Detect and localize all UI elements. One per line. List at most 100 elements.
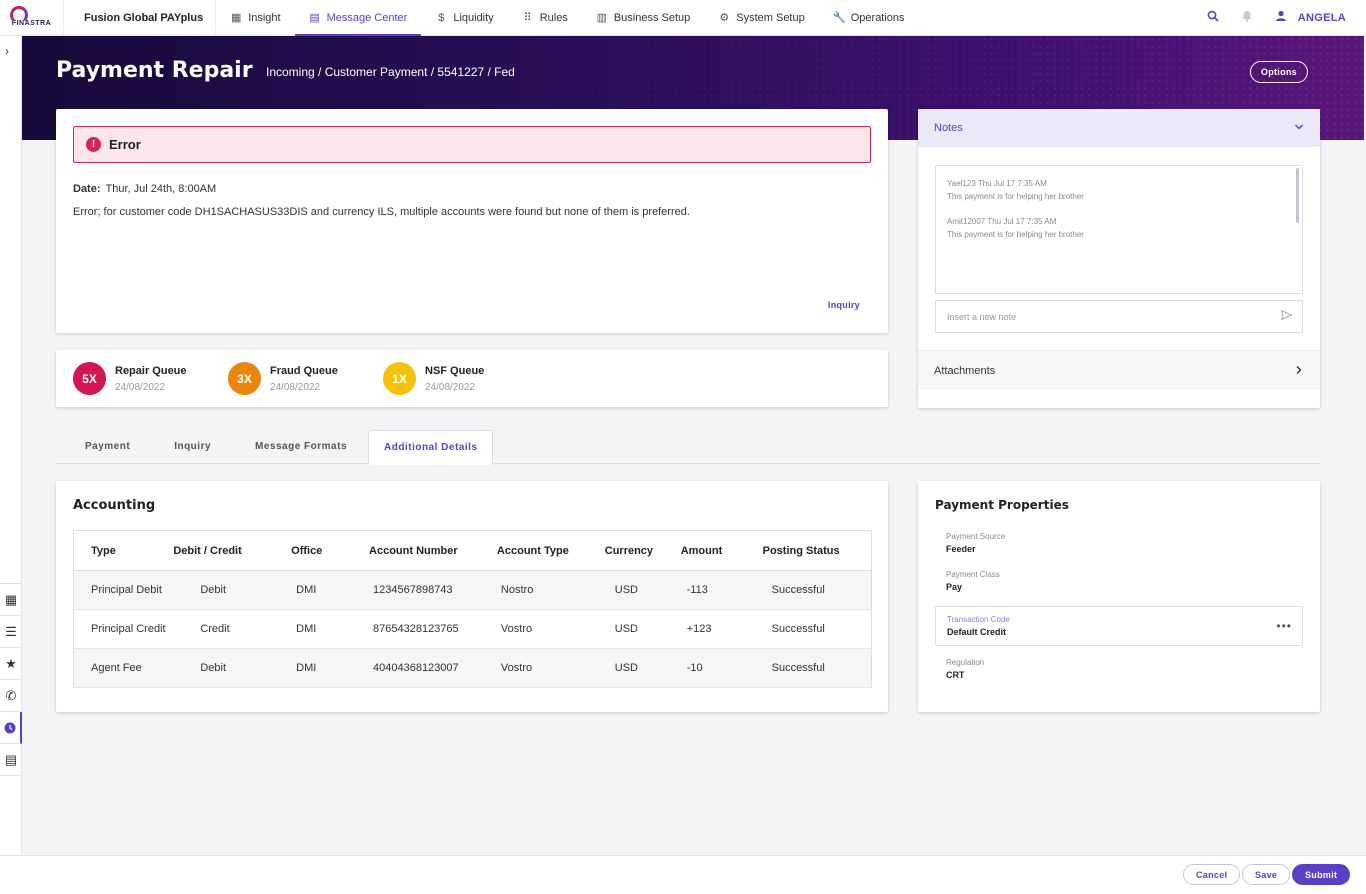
notes-scrollbar[interactable] — [1296, 168, 1299, 223]
property-transaction-code[interactable]: Transaction Code Default Credit ••• — [935, 606, 1303, 646]
briefcase-icon: ▥ — [596, 11, 608, 24]
table-cell: DMI — [273, 609, 352, 649]
table-cell: +123 — [668, 609, 739, 649]
nav-item-operations[interactable]: 🔧 Operations — [819, 0, 919, 36]
queue-item-fraud[interactable]: 3X Fraud Queue 24/08/2022 — [228, 362, 383, 395]
bell-icon[interactable] — [1230, 10, 1264, 25]
queue-count-badge: 3X — [228, 362, 261, 395]
phone-icon[interactable]: ✆ — [0, 680, 22, 712]
table-cell: DMI — [273, 648, 352, 688]
property-value: Default Credit — [947, 627, 1007, 637]
queue-date: 24/08/2022 — [425, 381, 476, 393]
nav-item-label: Liquidity — [453, 11, 494, 24]
property-value: Feeder — [946, 544, 976, 554]
clock-icon[interactable] — [0, 712, 22, 744]
more-options-icon[interactable]: ••• — [1276, 619, 1292, 633]
user-name[interactable]: ANGELA — [1298, 12, 1366, 24]
table-cell: Nostro — [478, 570, 583, 610]
user-icon[interactable] — [1264, 10, 1298, 25]
tab-additional-details[interactable]: Additional Details — [368, 430, 494, 465]
table-cell: Vostro — [478, 648, 583, 688]
property-value: CRT — [946, 670, 965, 680]
notes-title: Notes — [934, 122, 963, 134]
note-text: This payment is for helping her brother — [947, 230, 1084, 239]
documents-icon[interactable]: ▤ — [0, 744, 22, 776]
nav-item-label: Operations — [850, 11, 905, 24]
table-cell: Successful — [738, 570, 872, 610]
note-text: This payment is for helping her brother — [947, 192, 1084, 201]
save-button[interactable]: Save — [1242, 864, 1291, 885]
column-header[interactable]: Amount — [668, 530, 739, 571]
column-header[interactable]: Account Number — [351, 530, 479, 571]
table-cell: 1234567898743 — [351, 570, 479, 610]
property-label: Payment Source — [946, 532, 1006, 541]
nav-item-rules[interactable]: ⠿ Rules — [508, 0, 582, 36]
send-icon[interactable] — [1280, 309, 1293, 323]
property-field: Transaction Code Default Credit — [947, 615, 1010, 637]
property-value: Pay — [946, 582, 963, 592]
table-cell: Agent Fee — [73, 648, 174, 688]
notes-header[interactable]: Notes — [918, 109, 1320, 147]
error-message: Error; for customer code DH1SACHASUS33DI… — [73, 206, 690, 218]
table-row[interactable]: Principal Debit Debit DMI 1234567898743 … — [73, 570, 872, 610]
star-icon[interactable]: ★ — [0, 648, 22, 680]
column-header[interactable]: Type — [73, 530, 174, 571]
column-header[interactable]: Posting Status — [738, 530, 872, 571]
attachments-row[interactable]: Attachments — [918, 350, 1320, 390]
accounting-table: Type Debit / Credit Office Account Numbe… — [73, 530, 872, 688]
top-right-actions: ANGELA — [1196, 0, 1366, 36]
tab-inquiry[interactable]: Inquiry — [159, 430, 226, 464]
gear-icon: ⚙ — [719, 11, 730, 24]
new-note-placeholder: Insert a new note — [947, 312, 1017, 322]
note-header: Amit12007 Thu Jul 17 7:35 AM — [947, 217, 1057, 226]
queue-item-nsf[interactable]: 1X NSF Queue 24/08/2022 — [383, 362, 538, 395]
table-row[interactable]: Agent Fee Debit DMI 40404368123007 Vostr… — [73, 648, 872, 688]
nav-item-liquidity[interactable]: $ Liquidity — [421, 0, 507, 36]
notes-list[interactable]: Yael123 Thu Jul 17 7:35 AM This payment … — [935, 165, 1303, 294]
nav-item-message-center[interactable]: ▤ Message Center — [294, 0, 422, 37]
table-cell: Successful — [738, 609, 872, 649]
error-date-label: Date: — [73, 183, 101, 195]
queue-name: Fraud Queue — [270, 364, 338, 377]
expand-rail-icon[interactable]: › — [5, 44, 9, 58]
column-header[interactable]: Account Type — [478, 530, 583, 571]
nav-item-label: Rules — [539, 11, 568, 24]
list-icon[interactable]: ☰ — [0, 616, 22, 648]
action-footer: Cancel Save Submit — [0, 855, 1366, 894]
nav-item-business-setup[interactable]: ▥ Business Setup — [582, 0, 704, 36]
accounting-card: Accounting Type Debit / Credit Office Ac… — [56, 481, 888, 712]
nav-item-insight[interactable]: ▦ Insight — [216, 0, 294, 36]
column-header[interactable]: Currency — [582, 530, 669, 571]
options-button[interactable]: Options — [1249, 61, 1308, 83]
column-header[interactable]: Office — [273, 530, 352, 571]
breadcrumb: Incoming / Customer Payment / 5541227 / … — [266, 65, 515, 79]
money-icon: $ — [438, 11, 445, 24]
chevron-down-icon[interactable] — [1294, 121, 1304, 135]
new-note-input[interactable]: Insert a new note — [935, 300, 1303, 333]
queue-item-repair[interactable]: 5X Repair Queue 24/08/2022 — [73, 362, 228, 395]
tab-payment[interactable]: Payment — [70, 430, 145, 464]
table-cell: USD — [582, 648, 669, 688]
dashboard-icon[interactable]: ▦ — [0, 584, 22, 616]
tab-message-formats[interactable]: Message Formats — [240, 430, 362, 464]
submit-button[interactable]: Submit — [1292, 864, 1351, 885]
nav-item-label: System Setup — [736, 11, 805, 24]
inquiry-link[interactable]: Inquiry — [828, 300, 860, 310]
table-cell: DMI — [273, 570, 352, 610]
cancel-button[interactable]: Cancel — [1183, 864, 1241, 885]
property-label: Regulation — [946, 658, 985, 667]
queue-date: 24/08/2022 — [270, 381, 321, 393]
accounting-title: Accounting — [73, 498, 156, 513]
finastra-logo[interactable]: FINASTRA — [0, 0, 64, 36]
search-icon[interactable] — [1196, 10, 1230, 25]
queue-name: NSF Queue — [425, 364, 485, 377]
top-navigation-bar: FINASTRA Fusion Global PAYplus ▦ Insight… — [0, 0, 1366, 37]
queue-summary-card: 5X Repair Queue 24/08/2022 3X Fraud Queu… — [56, 350, 888, 407]
nav-item-system-setup[interactable]: ⚙ System Setup — [704, 0, 818, 36]
table-header-row: Type Debit / Credit Office Account Numbe… — [73, 530, 872, 571]
table-cell: Principal Debit — [73, 570, 174, 610]
table-row[interactable]: Principal Credit Credit DMI 876543281237… — [73, 609, 872, 649]
table-cell: USD — [582, 570, 669, 610]
column-header[interactable]: Debit / Credit — [173, 530, 274, 571]
detail-tabs: Payment Inquiry Message Formats Addition… — [56, 430, 1320, 465]
